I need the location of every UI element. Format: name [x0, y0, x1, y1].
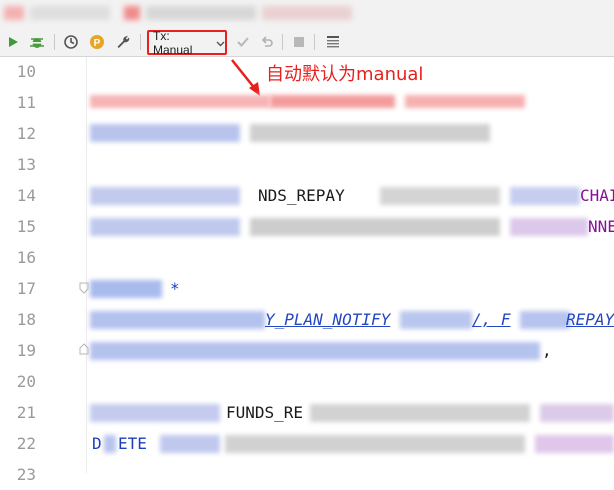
blurred-tab-segment	[124, 6, 140, 20]
blurred-code-segment	[90, 187, 240, 205]
line-number: 21	[16, 403, 36, 422]
chevron-down-icon[interactable]	[216, 36, 225, 50]
line-number: 20	[16, 372, 36, 391]
toolbar-separator	[314, 34, 315, 50]
blurred-code-segment	[90, 311, 265, 329]
history-icon[interactable]	[62, 33, 80, 51]
blurred-code-segment	[520, 311, 570, 329]
blurred-code-segment	[250, 218, 500, 236]
blurred-code-segment	[310, 404, 530, 422]
stop-icon[interactable]	[290, 33, 308, 51]
line-number: 19	[16, 341, 36, 360]
tx-mode-dropdown[interactable]: Tx: Manual	[147, 28, 227, 57]
blurred-code-segment	[90, 342, 540, 360]
blurred-code-segment	[535, 435, 614, 453]
debug-icon[interactable]	[28, 33, 46, 51]
fold-marker-icon[interactable]	[79, 282, 89, 294]
line-number: 13	[16, 155, 36, 174]
line-number: 15	[16, 217, 36, 236]
blurred-tab-segment	[146, 6, 256, 20]
profile-icon[interactable]: P	[88, 33, 106, 51]
toolbar-separator	[54, 34, 55, 50]
line-number: 22	[16, 434, 36, 453]
toolbar-separator	[140, 34, 141, 50]
blurred-tab-segment	[4, 6, 24, 20]
line-number: 23	[16, 465, 36, 484]
table-icon[interactable]	[324, 33, 342, 51]
blurred-code-segment	[90, 218, 240, 236]
run-icon[interactable]	[4, 33, 22, 51]
code-text: *	[170, 279, 180, 298]
line-number: 14	[16, 186, 36, 205]
code-text: /, F	[472, 310, 511, 329]
toolbar-separator	[282, 34, 283, 50]
line-number: 17	[16, 279, 36, 298]
blurred-code-segment	[90, 95, 270, 108]
fold-marker-icon[interactable]	[79, 343, 89, 355]
blurred-code-segment	[90, 280, 162, 298]
blurred-code-segment	[104, 435, 116, 453]
blurred-code-segment	[510, 187, 580, 205]
tx-mode-label: Tx: Manual	[153, 28, 193, 57]
code-text: ,	[542, 341, 552, 360]
blurred-code-segment	[540, 404, 614, 422]
svg-text:P: P	[94, 38, 101, 49]
blurred-code-segment	[380, 187, 500, 205]
blurred-tab-segment	[30, 6, 110, 20]
annotation-text: 自动默认为manual	[266, 64, 424, 85]
code-text: NNE	[588, 217, 614, 236]
toolbar: P	[0, 28, 614, 57]
code-text: CHAI	[580, 186, 614, 205]
blurred-code-segment	[270, 95, 395, 108]
wrench-icon[interactable]	[114, 33, 132, 51]
blurred-code-segment	[90, 404, 220, 422]
check-icon[interactable]	[234, 33, 252, 51]
blurred-code-segment	[225, 435, 525, 453]
code-text: D	[92, 434, 102, 453]
line-number: 10	[16, 62, 36, 81]
code-text: Y_PLAN_NOTIFY	[265, 310, 391, 329]
code-text: FUNDS_RE	[226, 403, 304, 422]
tab-bar	[0, 0, 614, 28]
blurred-tab-segment	[262, 6, 352, 20]
undo-icon[interactable]	[258, 33, 276, 51]
blurred-code-segment	[400, 311, 472, 329]
line-number: 11	[16, 93, 36, 112]
blurred-code-segment	[90, 124, 240, 142]
line-number: 16	[16, 248, 36, 267]
code-text: ETE	[118, 434, 147, 453]
line-number: 18	[16, 310, 36, 329]
code-text: NDS_REPAY	[258, 186, 345, 205]
line-number: 12	[16, 124, 36, 143]
blurred-code-segment	[510, 218, 588, 236]
code-text: REPAY	[566, 310, 614, 329]
blurred-code-segment	[250, 124, 490, 142]
gutter-divider	[86, 57, 87, 473]
blurred-code-segment	[405, 95, 525, 108]
blurred-code-segment	[160, 435, 220, 453]
